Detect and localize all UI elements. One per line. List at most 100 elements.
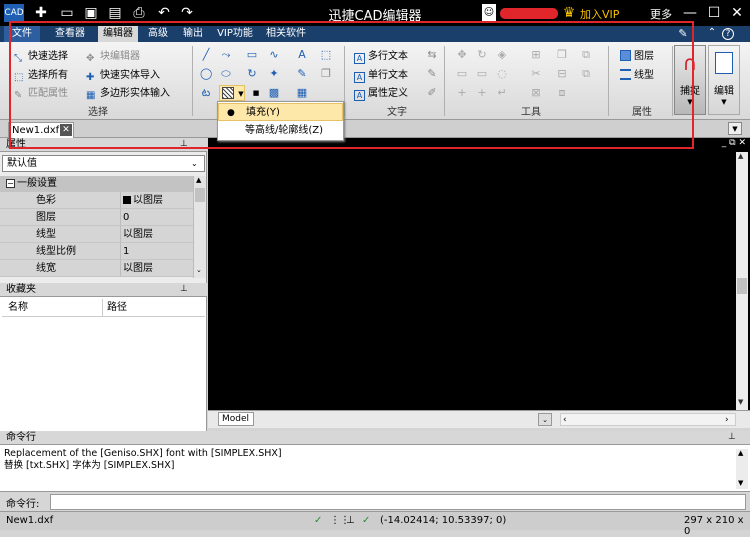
collapse-ribbon-icon[interactable]: ⌃ bbox=[705, 27, 719, 41]
prop-row-layer[interactable]: 图层 0 bbox=[0, 209, 193, 226]
more-link[interactable]: 更多 bbox=[650, 6, 672, 22]
text-replace-icon[interactable]: ⇆ bbox=[426, 49, 438, 61]
menu-advanced[interactable]: 高级 bbox=[143, 26, 173, 42]
ungroup-tool-icon[interactable]: ⧉ bbox=[580, 68, 592, 80]
pin-icon[interactable]: ⊥ bbox=[180, 138, 188, 151]
text-edit-icon[interactable]: ✐ bbox=[426, 87, 438, 99]
column-name[interactable]: 名称 bbox=[8, 299, 28, 317]
menu-viewer[interactable]: 查看器 bbox=[50, 26, 90, 42]
extend-tool-icon[interactable]: ⊟ bbox=[556, 68, 568, 80]
copy-entity-icon[interactable]: ▭ bbox=[456, 68, 468, 80]
explode-tool-icon[interactable]: ⊠ bbox=[530, 87, 542, 99]
select-all-button[interactable]: ⬚ 选择所有 bbox=[14, 66, 68, 83]
snap-button[interactable]: ∩ 捕捉 ▼ bbox=[674, 45, 706, 115]
ortho-toggle-icon[interactable]: ⊥ bbox=[346, 515, 355, 526]
polar-toggle-icon[interactable]: ✓ bbox=[362, 515, 370, 526]
table-tool-icon[interactable]: ▦ bbox=[296, 87, 308, 99]
point-style-icon[interactable]: ■ bbox=[250, 87, 262, 99]
quick-entity-import-button[interactable]: ✚ 快速实体导入 bbox=[86, 66, 160, 83]
minimize-icon[interactable]: — bbox=[681, 4, 699, 22]
user-avatar-icon[interactable]: ☺ bbox=[482, 4, 496, 22]
drawing-canvas[interactable]: _ ⧉ ✕ ▲ ▼ bbox=[208, 138, 750, 410]
layers-button[interactable]: 图层 bbox=[620, 47, 654, 62]
block-editor-button[interactable]: ✥ 块编辑器 bbox=[86, 47, 140, 64]
menu-vip[interactable]: VIP功能 bbox=[213, 26, 257, 42]
column-path[interactable]: 路径 bbox=[102, 299, 127, 317]
match-properties-button[interactable]: ✎ 匹配属性 bbox=[14, 84, 68, 101]
spline-tool-icon[interactable]: ∿ bbox=[268, 49, 280, 61]
join-tool-icon[interactable]: ⧈ bbox=[556, 87, 568, 99]
scroll-down-icon[interactable]: ⌄ bbox=[196, 266, 202, 274]
offset-tool-icon[interactable]: ◌ bbox=[496, 68, 508, 80]
group-tool-icon[interactable]: ⧉ bbox=[580, 49, 592, 61]
arc-tool-icon[interactable]: ↻ bbox=[246, 68, 258, 80]
tab-new1-dxf[interactable]: New1.dxf ✕ bbox=[8, 122, 74, 138]
single-line-text-button[interactable]: A 单行文本 bbox=[354, 66, 408, 83]
freehand-tool-icon[interactable]: ట bbox=[200, 87, 212, 99]
scroll-up-icon[interactable]: ▲ bbox=[738, 152, 743, 160]
prop-row-lineweight[interactable]: 线宽 以图层 bbox=[0, 260, 193, 277]
hatch-dropdown-button[interactable]: ▼ bbox=[219, 85, 245, 101]
general-settings-section[interactable]: − 一般设置 bbox=[0, 176, 193, 192]
prop-row-color[interactable]: 色彩 以图层 bbox=[0, 192, 193, 209]
properties-selector[interactable]: 默认值 ⌄ bbox=[2, 155, 205, 172]
menu-related-software[interactable]: 相关软件 bbox=[262, 26, 310, 42]
menu-editor[interactable]: 编辑器 bbox=[98, 26, 138, 42]
pen-draw-tool-icon[interactable]: ✎ bbox=[296, 68, 308, 80]
scroll-left-icon[interactable]: ‹ bbox=[563, 414, 567, 426]
linetype-button[interactable]: 线型 bbox=[620, 66, 654, 81]
polyline-tool-icon[interactable]: ⤳ bbox=[220, 49, 232, 61]
pin-icon[interactable]: ⊥ bbox=[180, 283, 188, 296]
quick-select-button[interactable]: ⤡ 快速选择 bbox=[14, 47, 68, 64]
text-spell-icon[interactable]: ✎ bbox=[426, 68, 438, 80]
text-style-tool-icon[interactable]: A bbox=[296, 49, 308, 61]
menu-item-contour[interactable]: 等高线/轮廓线(Z) bbox=[218, 122, 343, 140]
close-tab-icon[interactable]: ✕ bbox=[60, 124, 72, 136]
menu-item-fill[interactable]: ● 填充(Y) bbox=[218, 103, 343, 121]
line-tool-icon[interactable]: ╱ bbox=[200, 49, 212, 61]
properties-scrollbar[interactable]: ▲ ⌄ bbox=[193, 176, 206, 278]
point-tool-icon[interactable]: ✦ bbox=[268, 68, 280, 80]
copy-tool-icon[interactable]: ❐ bbox=[320, 68, 332, 80]
close-icon[interactable]: ✕ bbox=[728, 4, 746, 22]
snap-toggle-icon[interactable]: ✓ bbox=[314, 515, 322, 526]
scale-tool-icon[interactable]: ◈ bbox=[496, 49, 508, 61]
help-icon[interactable]: ? bbox=[722, 28, 734, 40]
scroll-down-icon[interactable]: ▼ bbox=[738, 479, 743, 487]
horizontal-scrollbar[interactable]: ‹ › bbox=[560, 413, 736, 426]
move-tool-icon[interactable]: ✥ bbox=[456, 49, 468, 61]
scroll-right-icon[interactable]: › bbox=[725, 414, 729, 426]
scroll-thumb[interactable] bbox=[195, 188, 205, 202]
align-tool-icon[interactable]: ⊞ bbox=[530, 49, 542, 61]
prop-row-linetype-scale[interactable]: 线型比例 1 bbox=[0, 243, 193, 260]
circle-tool-icon[interactable]: ◯ bbox=[200, 68, 212, 80]
maximize-icon[interactable]: ☐ bbox=[705, 4, 723, 22]
menu-output[interactable]: 输出 bbox=[178, 26, 208, 42]
scroll-up-icon[interactable]: ▲ bbox=[196, 176, 201, 184]
tab-list-chevron-icon[interactable]: ▼ bbox=[728, 122, 742, 135]
command-scrollbar[interactable]: ▲ ▼ bbox=[736, 449, 748, 489]
polygon-entity-input-button[interactable]: ▦ 多边形实体输入 bbox=[86, 84, 170, 101]
vip-link[interactable]: 加入VIP bbox=[580, 6, 619, 22]
select-window-tool-icon[interactable]: ⬚ bbox=[320, 49, 332, 61]
canvas-window-controls[interactable]: _ ⧉ ✕ bbox=[696, 138, 750, 150]
menu-file[interactable]: 文件 bbox=[4, 26, 40, 42]
rectangle-tool-icon[interactable]: ▭ bbox=[246, 49, 258, 61]
pin-icon[interactable]: ⊥ bbox=[728, 431, 736, 444]
rotate-tool-icon[interactable]: ↻ bbox=[476, 49, 488, 61]
scroll-down-icon[interactable]: ▼ bbox=[738, 398, 743, 406]
prop-row-linetype[interactable]: 线型 以图层 bbox=[0, 226, 193, 243]
image-insert-icon[interactable]: ▩ bbox=[268, 87, 280, 99]
paste-entity-icon[interactable]: ▭ bbox=[476, 68, 488, 80]
edit-button[interactable]: 编辑 ▼ bbox=[708, 45, 740, 115]
scroll-thumb[interactable] bbox=[737, 278, 747, 294]
command-input[interactable] bbox=[50, 494, 746, 510]
array-tool-icon[interactable]: ❐ bbox=[556, 49, 568, 61]
trim-tool-icon[interactable]: ✂ bbox=[530, 68, 542, 80]
ellipse-tool-icon[interactable]: ⬭ bbox=[220, 68, 232, 80]
multiline-text-button[interactable]: A 多行文本 bbox=[354, 47, 408, 64]
vertical-scrollbar[interactable]: ▲ ▼ bbox=[736, 152, 748, 410]
model-tab[interactable]: Model bbox=[218, 412, 254, 426]
chamfer-tool-icon[interactable]: ↵ bbox=[496, 87, 508, 99]
layout-list-chevron-icon[interactable]: ⌄ bbox=[538, 413, 552, 426]
